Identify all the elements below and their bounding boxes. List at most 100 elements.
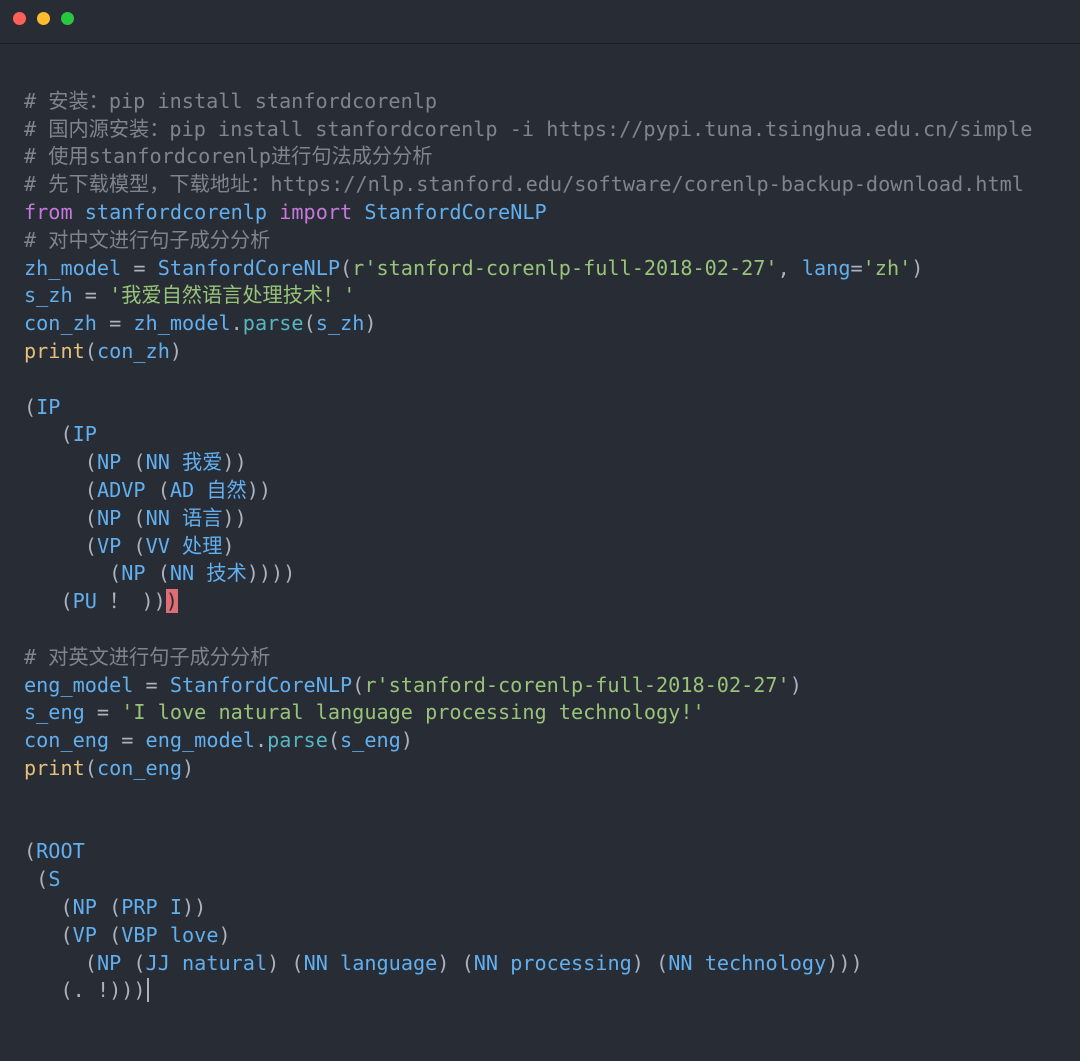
tag-s: S bbox=[48, 867, 61, 892]
class-call: StanfordCoreNLP bbox=[157, 255, 341, 280]
token-word: I bbox=[169, 894, 183, 919]
tag-period: . bbox=[72, 978, 85, 1003]
zh-model-line: zh_model = StanfordCoreNLP(r'stanford-co… bbox=[24, 255, 924, 280]
s-eng-var: s_eng bbox=[24, 700, 85, 725]
con-eng-ref: con_eng bbox=[96, 755, 183, 780]
eng-model-var: eng_model bbox=[24, 672, 134, 697]
en-tree-line: (NP (PRP I)) bbox=[24, 894, 207, 919]
zh-tree-line: (IP bbox=[24, 394, 61, 419]
print-zh-line: print(con_zh) bbox=[24, 338, 183, 363]
comment-chinese: # 对中文进行句子成分分析 bbox=[24, 227, 271, 252]
zh-model-var: zh_model bbox=[24, 255, 122, 280]
con-zh-line: con_zh = zh_model.parse(s_zh) bbox=[24, 311, 377, 336]
eng-model-line: eng_model = StanfordCoreNLP(r'stanford-c… bbox=[24, 672, 802, 697]
en-tree-line: (ROOT bbox=[24, 839, 85, 864]
tag-advp: ADVP bbox=[96, 477, 146, 502]
lang-value: 'zh' bbox=[862, 255, 912, 280]
zh-tree-line: (PU ！ ))) bbox=[24, 589, 178, 614]
token-word: 我爱 bbox=[182, 450, 223, 475]
en-tree-line: (NP (JJ natural) (NN language) (NN proce… bbox=[24, 950, 863, 975]
con-zh-ref: con_zh bbox=[96, 338, 170, 363]
import-line: from stanfordcorenlp import StanfordCore… bbox=[24, 199, 1080, 227]
zh-tree-line: (NP (NN 技术)))) bbox=[24, 561, 296, 586]
tag-vp: VP bbox=[96, 533, 122, 558]
tag-jj: JJ bbox=[145, 950, 170, 975]
zh-model-ref: zh_model bbox=[133, 311, 231, 336]
tag-np: NP bbox=[121, 561, 146, 586]
con-eng-var: con_eng bbox=[24, 728, 110, 753]
tag-ip: IP bbox=[72, 422, 97, 447]
zh-tree-line: (NP (NN 我爱)) bbox=[24, 450, 247, 475]
code-editor[interactable]: # 安装：pip install stanfordcorenlp # 国内源安装：… bbox=[24, 60, 1080, 1061]
token-word: love bbox=[169, 922, 219, 947]
token-word: technology bbox=[704, 950, 827, 975]
eng-model-path: r'stanford-corenlp-full-2018-02-27' bbox=[364, 672, 790, 697]
s-zh-string: '我爱自然语言处理技术！' bbox=[109, 283, 356, 308]
tag-nn: NN bbox=[303, 950, 328, 975]
tag-ad: AD bbox=[169, 477, 195, 502]
s-zh-line: s_zh = '我爱自然语言处理技术！' bbox=[24, 283, 356, 308]
eng-model-ref: eng_model bbox=[145, 728, 255, 753]
tag-vp: VP bbox=[72, 922, 97, 947]
zh-tree-line: (VP (VV 处理) bbox=[24, 533, 235, 558]
token-word: language bbox=[340, 950, 438, 975]
minimize-button[interactable] bbox=[37, 12, 50, 25]
title-bar bbox=[0, 0, 1080, 44]
tag-vbp: VBP bbox=[121, 922, 158, 947]
token-word: 处理 bbox=[182, 533, 223, 558]
code-window: # 安装：pip install stanfordcorenlp # 国内源安装：… bbox=[0, 0, 1080, 1005]
en-tree-line: (S bbox=[24, 867, 61, 892]
from-keyword: from bbox=[24, 199, 73, 224]
class-name: StanfordCoreNLP bbox=[364, 199, 547, 224]
con-eng-line: con_eng = eng_model.parse(s_eng) bbox=[24, 728, 413, 753]
tag-ip: IP bbox=[36, 394, 61, 419]
comment-english: # 对英文进行句子成分分析 bbox=[24, 644, 271, 669]
tag-np: NP bbox=[72, 894, 97, 919]
tag-nn: NN bbox=[473, 950, 499, 975]
s-eng-line: s_eng = 'I love natural language process… bbox=[24, 700, 705, 725]
s-zh-var: s_zh bbox=[24, 283, 73, 308]
token-word: ! bbox=[96, 978, 110, 1003]
print-function: print bbox=[24, 755, 85, 780]
token-word: 技术 bbox=[206, 561, 247, 586]
close-button[interactable] bbox=[13, 12, 26, 25]
zh-tree-line: (NP (NN 语言)) bbox=[24, 505, 247, 530]
comment-usage: # 使用stanfordcorenlp进行句法成分分析 bbox=[24, 144, 433, 169]
tag-pu: PU bbox=[72, 589, 97, 614]
con-zh-var: con_zh bbox=[24, 311, 97, 336]
zh-tree-line: (IP bbox=[24, 422, 97, 447]
tag-np: NP bbox=[96, 450, 122, 475]
tag-np: NP bbox=[96, 950, 122, 975]
tag-root: ROOT bbox=[36, 839, 85, 864]
matched-bracket-highlight: ) bbox=[165, 589, 178, 614]
s-zh-ref: s_zh bbox=[315, 311, 365, 336]
tag-np: NP bbox=[96, 505, 122, 530]
s-eng-ref: s_eng bbox=[340, 728, 401, 753]
zh-tree-line: (ADVP (AD 自然)) bbox=[24, 477, 272, 502]
token-word: ！ bbox=[109, 589, 130, 614]
tag-nn: NN bbox=[169, 561, 195, 586]
en-tree-line: (. !))) bbox=[24, 977, 1080, 1005]
token-word: natural bbox=[182, 950, 268, 975]
class-call: StanfordCoreNLP bbox=[169, 672, 353, 697]
lang-kwarg: lang bbox=[801, 255, 851, 280]
comment-mirror-install: # 国内源安装：pip install stanfordcorenlp -i h… bbox=[24, 116, 1033, 141]
tag-vv: VV bbox=[145, 533, 170, 558]
en-tree-line: (VP (VBP love) bbox=[24, 922, 231, 947]
s-eng-string: 'I love natural language processing tech… bbox=[121, 700, 705, 725]
maximize-button[interactable] bbox=[61, 12, 74, 25]
zh-model-path: r'stanford-corenlp-full-2018-02-27' bbox=[352, 255, 778, 280]
tag-nn: NN bbox=[668, 950, 693, 975]
parse-method: parse bbox=[267, 728, 328, 753]
token-word: 语言 bbox=[182, 505, 223, 530]
tag-nn: NN bbox=[145, 505, 170, 530]
print-eng-line: print(con_eng) bbox=[24, 755, 195, 780]
comment-install: # 安装：pip install stanfordcorenlp bbox=[24, 88, 438, 113]
comment-download: # 先下载模型，下载地址：https://nlp.stanford.edu/so… bbox=[24, 172, 1024, 197]
token-word: processing bbox=[510, 950, 632, 975]
text-cursor bbox=[146, 978, 149, 1003]
